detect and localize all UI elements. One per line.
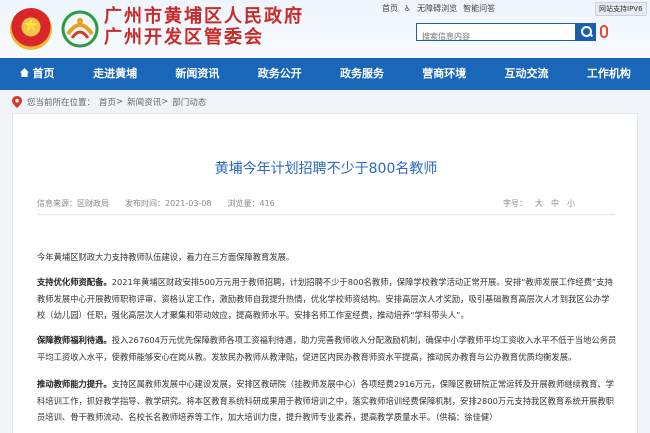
font-size-label: 字号： (503, 199, 527, 208)
breadcrumb-home[interactable]: 首页 (99, 96, 116, 108)
paragraph: 支持优化师资配备。2021年黄埔区财政安排500万元用于教师招聘，计划招聘不少于… (37, 274, 617, 324)
paragraph: 今年黄埔区财政大力支持教师队伍建设，着力在三方面保障教育发展。 (37, 249, 617, 266)
home-icon (19, 68, 29, 77)
nav-item-label: 首页 (32, 67, 55, 80)
breadcrumb-dept-news[interactable]: 部门动态 (172, 96, 206, 108)
paragraph-text: 今年黄埔区财政大力支持教师队伍建设，着力在三方面保障教育发展。 (37, 252, 295, 262)
nav-item-news[interactable]: 新闻资讯 (156, 58, 238, 90)
paragraph-lead: 保障教师福利待遇。 (37, 335, 112, 345)
divider (37, 214, 615, 215)
search-icon[interactable] (576, 23, 596, 41)
paragraph-lead: 支持优化师资配备。 (37, 277, 112, 287)
top-link-qa[interactable]: 智能问答 (463, 3, 495, 14)
search-input[interactable] (417, 28, 575, 45)
nav-item-about[interactable]: 走进黄埔 (74, 58, 156, 90)
font-size-large[interactable]: 大 (535, 198, 543, 209)
ipv6-badge: 网站支持IPV6 (595, 2, 647, 16)
breadcrumb: 您当前所在位置： 首页 > 新闻资讯 > 部门动态 (12, 96, 206, 108)
meta-views: 浏览量：416 (227, 199, 275, 208)
breadcrumb-news[interactable]: 新闻资讯 (127, 96, 161, 108)
accessibility-icon: ♿ (404, 4, 412, 13)
site-title-line2: 广州开发区管委会 (104, 27, 264, 48)
paragraph-text: 支持区属教师发展中心建设发展，安排区教研院（挂教师发展中心）各项经费2916万元… (37, 379, 615, 422)
paragraph: 保障教师福利待遇。投入267604万元优先保障教师各项工资福利待遇，助力完善教师… (37, 332, 617, 365)
breadcrumb-separator: > (116, 97, 124, 107)
nav-item-services[interactable]: 政务服务 (321, 58, 403, 90)
nav-item-interaction[interactable]: 互动交流 (485, 58, 567, 90)
paragraph-text: 投入267604万元优先保障教师各项工资福利待遇，助力完善教师收入分配激励机制，… (37, 335, 617, 362)
meta-published: 发布时间：2021-03-08 (125, 199, 212, 208)
district-logo-icon (61, 10, 99, 48)
microphone-icon[interactable] (600, 25, 608, 38)
font-size-tools: 字号： 大 中 小 (503, 198, 583, 209)
emblem-icon (10, 8, 52, 50)
main-nav: 首页 走进黄埔 新闻资讯 政务公开 政务服务 营商环境 互动交流 工作机构 (0, 58, 650, 90)
top-link-home[interactable]: 首页 (382, 3, 398, 14)
breadcrumb-separator: > (161, 97, 169, 107)
article-meta: 信息来源：区财政局 发布时间：2021-03-08 浏览量：416 (37, 198, 291, 209)
nav-item-agencies[interactable]: 工作机构 (568, 58, 650, 90)
breadcrumb-prefix: 您当前所在位置： (27, 98, 96, 108)
top-links: 首页 ♿ 无障碍浏览 智能问答 (382, 3, 501, 14)
site-header: 广州市黄埔区人民政府 广州开发区管委会 首页 ♿ 无障碍浏览 智能问答 网站支持… (0, 0, 650, 58)
site-title[interactable]: 广州市黄埔区人民政府 广州开发区管委会 (104, 6, 304, 48)
search-box (416, 23, 576, 45)
paragraph-text: 2021年黄埔区财政安排500万元用于教师招聘，计划招聘不少于800名教师，保障… (37, 277, 613, 320)
top-link-accessibility[interactable]: 无障碍浏览 (417, 3, 457, 14)
article: 黄埔今年计划招聘不少于800名教师 信息来源：区财政局 发布时间：2021-03… (12, 113, 638, 433)
location-pin-icon (12, 96, 22, 108)
nav-item-home[interactable]: 首页 (0, 58, 74, 90)
nav-item-business[interactable]: 营商环境 (403, 58, 485, 90)
article-title: 黄埔今年计划招聘不少于800名教师 (214, 161, 438, 177)
paragraph: 推动教师能力提升。支持区属教师发展中心建设发展，安排区教研院（挂教师发展中心）各… (37, 376, 617, 426)
font-size-medium[interactable]: 中 (551, 198, 559, 209)
meta-source: 信息来源：区财政局 (37, 199, 109, 208)
site-title-line1: 广州市黄埔区人民政府 (104, 6, 304, 27)
paragraph-lead: 推动教师能力提升。 (37, 379, 112, 389)
font-size-small[interactable]: 小 (567, 198, 575, 209)
nav-item-gov-affairs[interactable]: 政务公开 (239, 58, 321, 90)
